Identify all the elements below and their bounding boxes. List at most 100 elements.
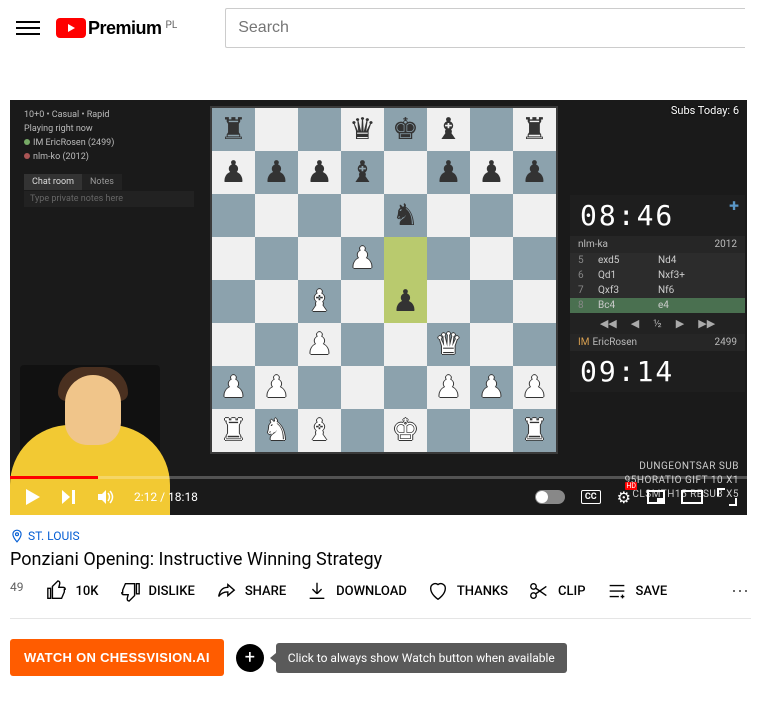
square-e8: ♚ <box>384 108 427 151</box>
square-b5 <box>255 237 298 280</box>
chessvision-button[interactable]: WATCH ON CHESSVISION.AI <box>10 639 224 676</box>
menu-button[interactable] <box>16 16 40 40</box>
bot-player: EricRosen <box>592 337 637 348</box>
tooltip: Click to always show Watch button when a… <box>276 643 567 673</box>
add-always-button[interactable]: + <box>236 644 264 672</box>
square-f3: ♛ <box>427 323 470 366</box>
square-a4 <box>212 280 255 323</box>
move-row: 7Qxf3Nf6 <box>570 283 745 298</box>
chess-board: ♜♛♚♝♜♟♟♟♝♟♟♟♞♟♝♟♟♛♟♟♟♟♟♜♞♝♚♜ <box>210 106 558 454</box>
player1: IM EricRosen (2499) <box>33 138 114 148</box>
lichess-right-panel: 08:46 ✚ nlm-ka2012 5exd5Nd46Qd1Nxf3+7Qxf… <box>570 195 745 392</box>
search-input[interactable] <box>225 8 745 48</box>
square-b1: ♞ <box>255 409 298 452</box>
square-f7: ♟ <box>427 151 470 194</box>
square-d6 <box>341 194 384 237</box>
square-b6 <box>255 194 298 237</box>
tab-chat: Chat room <box>24 174 82 190</box>
captions-button[interactable]: CC <box>581 490 601 504</box>
location-tag[interactable]: ST. LOUIS <box>10 529 751 543</box>
player2: nlm-ko (2012) <box>33 152 89 162</box>
square-f1 <box>427 409 470 452</box>
square-d2 <box>341 366 384 409</box>
square-e7 <box>384 151 427 194</box>
square-h6 <box>513 194 556 237</box>
square-g4 <box>470 280 513 323</box>
square-c4: ♝ <box>298 280 341 323</box>
autoplay-toggle[interactable] <box>535 490 565 504</box>
square-d5: ♟ <box>341 237 384 280</box>
game-mode: 10+0 • Casual • Rapid <box>24 108 194 122</box>
country-code: PL <box>166 20 178 31</box>
theater-button[interactable] <box>681 490 703 504</box>
fullscreen-button[interactable] <box>719 490 735 504</box>
volume-button[interactable] <box>96 487 116 507</box>
settings-button[interactable]: ⚙HD <box>617 488 631 507</box>
square-f5 <box>427 237 470 280</box>
square-d4 <box>341 280 384 323</box>
thanks-button[interactable]: THANKS <box>427 580 508 602</box>
square-e4: ♟ <box>384 280 427 323</box>
download-button[interactable]: DOWNLOAD <box>306 580 407 602</box>
square-g7: ♟ <box>470 151 513 194</box>
time-display: 2:12 / 18:18 <box>134 490 198 504</box>
square-g2: ♟ <box>470 366 513 409</box>
square-g8 <box>470 108 513 151</box>
square-a5 <box>212 237 255 280</box>
move-row: 8Bc4e4 <box>570 298 745 313</box>
dislike-button[interactable]: DISLIKE <box>119 580 195 602</box>
square-h5 <box>513 237 556 280</box>
save-button[interactable]: SAVE <box>606 580 668 602</box>
plus-icon: ✚ <box>729 199 739 213</box>
square-g5 <box>470 237 513 280</box>
square-a3 <box>212 323 255 366</box>
square-c8 <box>298 108 341 151</box>
square-a2: ♟ <box>212 366 255 409</box>
like-button[interactable]: 10K <box>46 580 99 602</box>
video-player[interactable]: Subs Today: 6 10+0 • Casual • Rapid Play… <box>10 100 747 515</box>
play-button[interactable] <box>22 487 42 507</box>
square-h8: ♜ <box>513 108 556 151</box>
video-title: Ponziani Opening: Instructive Winning St… <box>10 549 751 570</box>
square-f6 <box>427 194 470 237</box>
move-row: 6Qd1Nxf3+ <box>570 268 745 283</box>
square-a8: ♜ <box>212 108 255 151</box>
square-h1: ♜ <box>513 409 556 452</box>
square-g1 <box>470 409 513 452</box>
location-text: ST. LOUIS <box>28 529 80 543</box>
move-nav: ◀◀◀½▶▶▶ <box>570 313 745 334</box>
view-count: 49 <box>10 580 24 594</box>
square-f2: ♟ <box>427 366 470 409</box>
subs-today: Subs Today: 6 <box>671 104 739 117</box>
square-e5 <box>384 237 427 280</box>
square-c2 <box>298 366 341 409</box>
square-d3 <box>341 323 384 366</box>
square-g6 <box>470 194 513 237</box>
square-f8: ♝ <box>427 108 470 151</box>
square-c3: ♟ <box>298 323 341 366</box>
square-g3 <box>470 323 513 366</box>
logo-text: Premium <box>88 18 162 39</box>
youtube-icon <box>56 18 86 38</box>
square-b2: ♟ <box>255 366 298 409</box>
square-c1: ♝ <box>298 409 341 452</box>
miniplayer-button[interactable] <box>647 490 665 504</box>
square-e1: ♚ <box>384 409 427 452</box>
tab-notes: Notes <box>82 174 122 190</box>
share-button[interactable]: SHARE <box>215 580 286 602</box>
lichess-left-panel: 10+0 • Casual • Rapid Playing right now … <box>24 108 194 207</box>
square-d1 <box>341 409 384 452</box>
square-f4 <box>427 280 470 323</box>
square-h2: ♟ <box>513 366 556 409</box>
square-b3 <box>255 323 298 366</box>
clip-button[interactable]: CLIP <box>528 580 586 602</box>
next-button[interactable] <box>60 488 78 506</box>
square-a6 <box>212 194 255 237</box>
move-row: 5exd5Nd4 <box>570 253 745 268</box>
square-b7: ♟ <box>255 151 298 194</box>
top-player: nlm-ka <box>578 239 608 250</box>
youtube-logo[interactable]: Premium PL <box>56 18 177 39</box>
more-button[interactable]: ⋯ <box>731 581 751 602</box>
game-state: Playing right now <box>24 122 194 136</box>
private-notes: Type private notes here <box>24 191 194 207</box>
